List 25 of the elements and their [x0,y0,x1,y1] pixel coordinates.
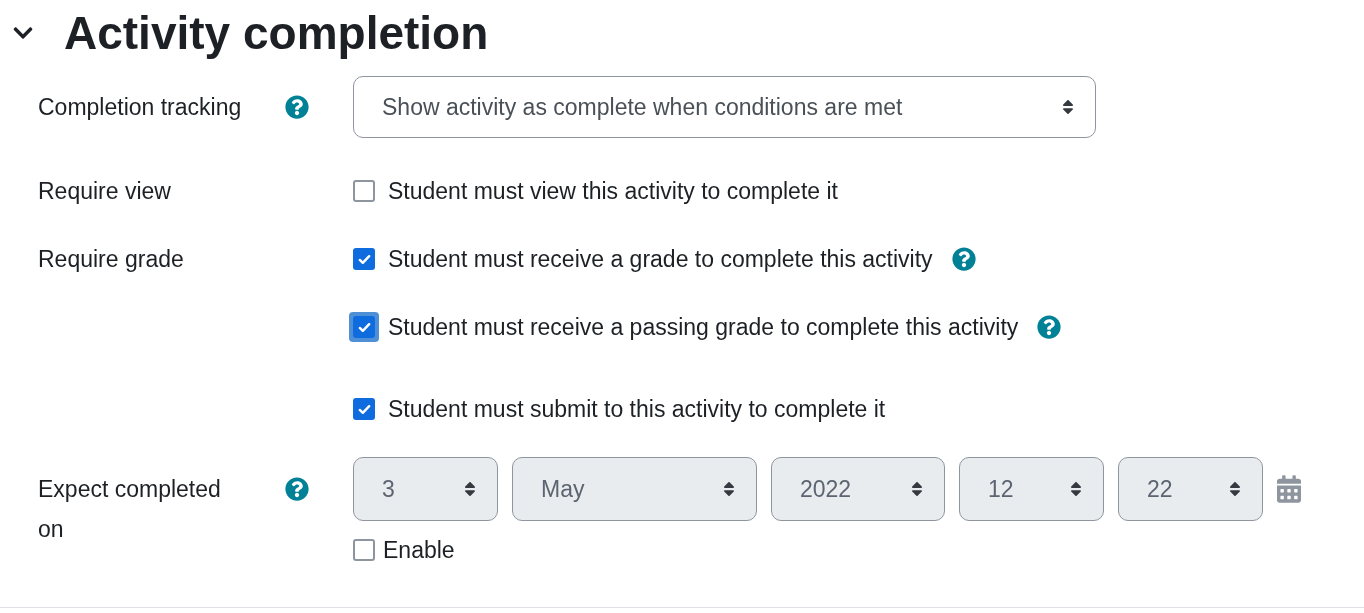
help-icon[interactable] [951,247,976,271]
help-icon[interactable] [1037,315,1062,339]
checkbox-label: Student must view this activity to complete it [388,176,838,206]
sort-icon [1061,98,1075,116]
checkbox[interactable] [353,180,375,202]
checkbox-label: Student must receive a passing grade to complete this activity [388,312,1019,342]
checkbox-label: Student must submit to this activity to complete it [388,394,886,424]
sort-icon [463,480,477,498]
field-label: Completion tracking [38,93,243,122]
help-icon[interactable] [285,95,309,119]
sort-icon [1228,480,1242,498]
help-icon[interactable] [285,477,309,501]
sort-icon [910,480,924,498]
sort-icon [1069,480,1083,498]
sort-icon [722,480,736,498]
completion-select[interactable]: Show activity as complete when conditions are met [353,76,1096,138]
field-label: Expect completed on [38,475,222,544]
field-label: Require grade [38,245,185,274]
checkbox-label: Enable [383,536,455,565]
checkbox[interactable] [353,248,375,270]
checkbox[interactable] [353,398,375,420]
checkbox[interactable] [353,539,375,562]
checkbox-label: Student must receive a grade to complete this activity [388,244,933,274]
field-label: Require view [38,177,172,206]
calendar-icon[interactable] [1277,475,1301,503]
